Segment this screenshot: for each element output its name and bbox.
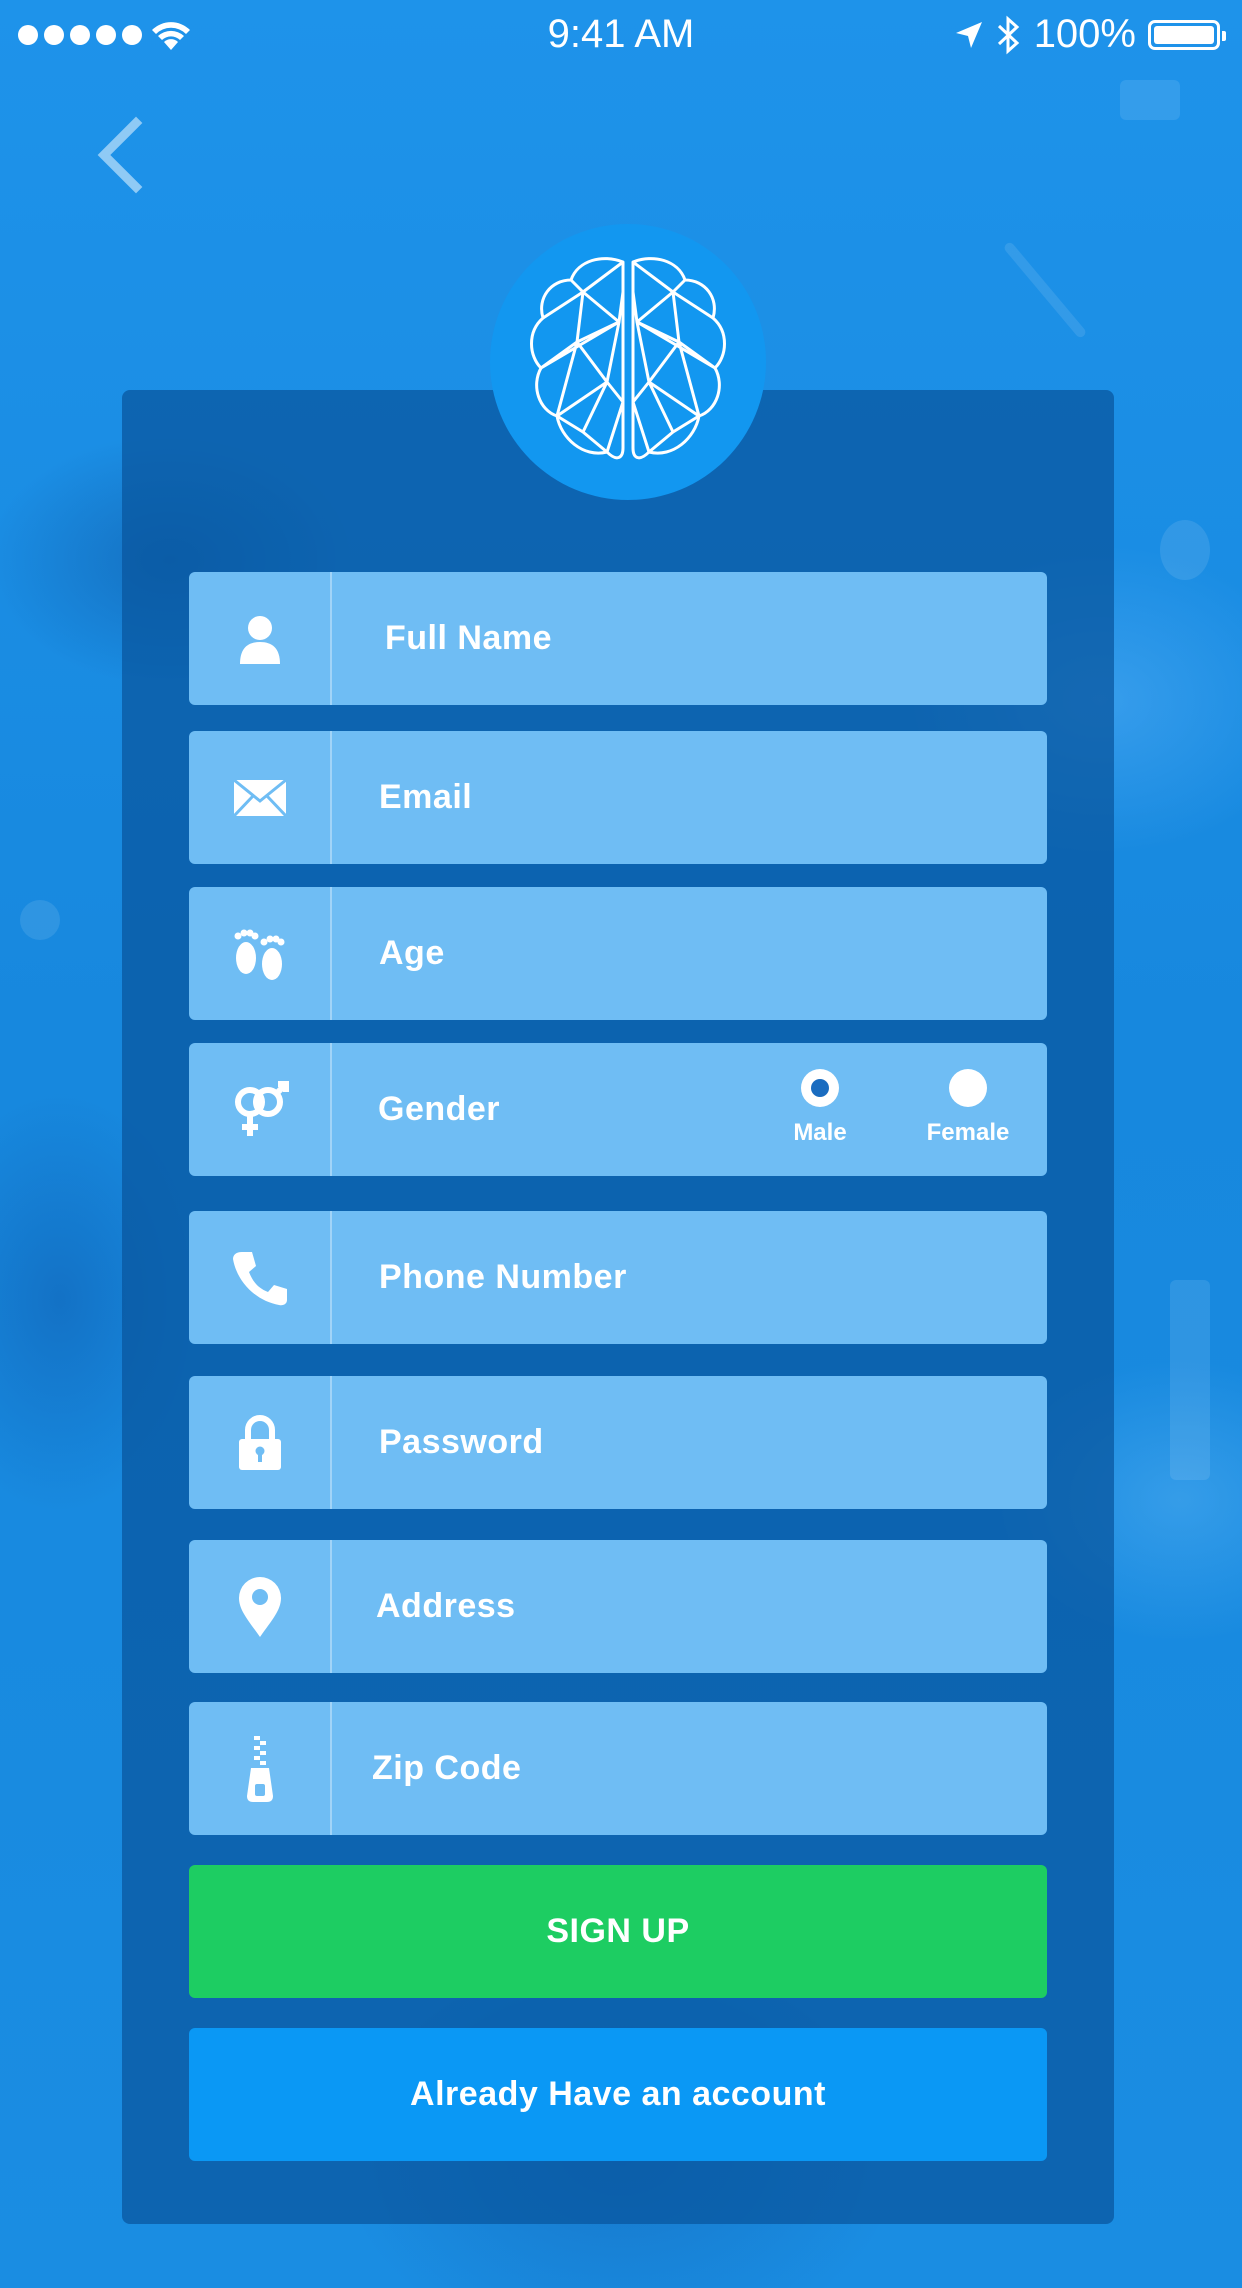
password-label: Password [379,1423,544,1461]
envelope-icon [232,778,287,817]
phone-number-label: Phone Number [379,1258,627,1296]
gender-option-male[interactable]: Male [760,1069,880,1147]
bluetooth-icon [997,15,1019,54]
lock-icon [238,1414,281,1470]
email-label: Email [379,778,473,816]
footprints-icon [234,929,284,980]
zip-code-field[interactable]: Zip Code [189,1702,1047,1835]
brain-icon [530,257,726,460]
battery-icon [1148,19,1226,50]
female-label: Female [926,1119,1010,1146]
age-label: Age [379,934,445,972]
back-chevron-icon[interactable] [90,115,150,195]
sign-up-button[interactable]: SIGN UP [189,1865,1047,1998]
person-icon [239,615,280,664]
full-name-label: Full Name [385,619,552,657]
male-label: Male [793,1119,847,1146]
male-radio-button[interactable] [801,1069,839,1107]
zip-code-label: Zip Code [372,1749,522,1787]
phone-number-field[interactable]: Phone Number [189,1211,1047,1344]
email-field[interactable]: Email [189,731,1047,864]
location-arrow-icon [955,21,982,48]
location-pin-icon [238,1576,281,1637]
zipper-icon [246,1735,273,1802]
phone-icon [232,1251,287,1305]
gender-option-female[interactable]: Female [908,1069,1028,1147]
status-bar: 9:41 AM 100% [0,0,1242,70]
gender-field: Gender Male Female [189,1043,1047,1176]
full-name-field[interactable]: Full Name [189,572,1047,705]
already-have-account-button[interactable]: Already Have an account [189,2028,1047,2161]
brain-logo [490,224,766,500]
gender-icon [234,1080,289,1136]
address-field[interactable]: Address [189,1540,1047,1673]
battery-percent: 100% [1033,12,1136,56]
address-label: Address [376,1587,516,1625]
gender-label: Gender [378,1090,501,1128]
female-radio-button[interactable] [949,1069,987,1107]
age-field[interactable]: Age [189,887,1047,1020]
password-field[interactable]: Password [189,1376,1047,1509]
